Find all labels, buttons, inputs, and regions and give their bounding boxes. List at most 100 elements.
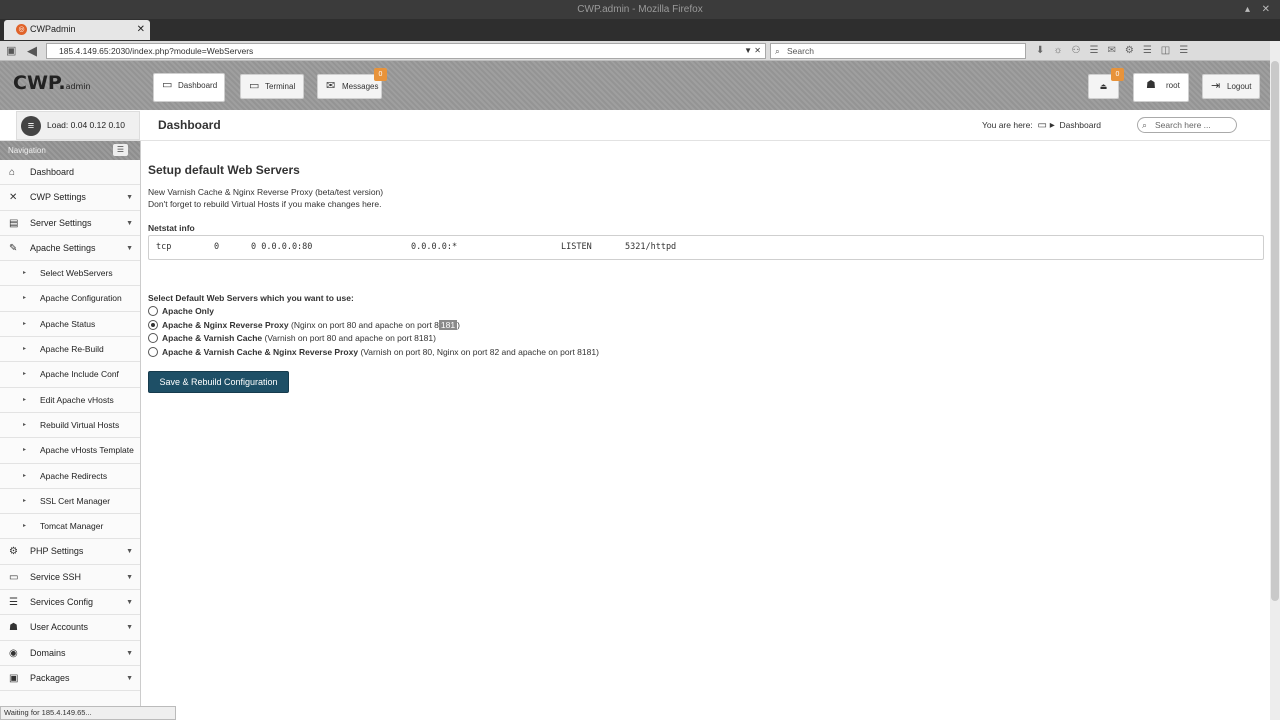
webserver-option[interactable]: Apache & Varnish Cache (Varnish on port … [148, 332, 436, 344]
webserver-option[interactable]: Apache & Nginx Reverse Proxy (Nginx on p… [148, 319, 460, 331]
sidebar-item-packages[interactable]: ▣ Packages ▼ [0, 666, 140, 692]
sidebar-item-label: Select WebServers [40, 268, 113, 279]
section-heading: Setup default Web Servers [148, 163, 300, 177]
sidebar-item-server-settings[interactable]: ▤ Server Settings ▼ [0, 211, 140, 236]
navigation-bar: ▣ ◀ 185.4.149.65:2030/index.php?module=W… [0, 41, 1280, 61]
caret-right-icon: ▸ [23, 270, 27, 277]
sidebar-item-label: Edit Apache vHosts [40, 394, 114, 405]
section-description: New Varnish Cache & Nginx Reverse Proxy … [148, 187, 384, 209]
browser-tab[interactable]: ◎ CWPadmin ✕ [4, 20, 150, 40]
option-name: Apache & Nginx Reverse Proxy [162, 320, 289, 330]
page-title: Dashboard [158, 118, 221, 132]
notifications-count-badge: 0 [1111, 68, 1124, 81]
sidebar-item-dashboard[interactable]: ⌂ Dashboard [0, 160, 140, 186]
vertical-scrollbar[interactable] [1270, 41, 1280, 720]
sidebar-item-label: PHP Settings [30, 546, 84, 557]
radio-button[interactable] [148, 333, 158, 343]
messages-count-badge: 0 [374, 68, 387, 81]
radio-button[interactable] [148, 347, 158, 357]
sidebar-item-edit-apache-vhosts[interactable]: ▸ Edit Apache vHosts [0, 387, 140, 413]
option-name: Apache & Varnish Cache [162, 333, 263, 343]
sidebar-item-apache-configuration[interactable]: ▸ Apache Configuration [0, 286, 140, 312]
sidebar-item-service-ssh[interactable]: ▭ Service SSH ▼ [0, 565, 140, 591]
breadcrumb-current[interactable]: Dashboard [1059, 120, 1101, 130]
cwp-logo[interactable]: CWP.admin [13, 72, 91, 94]
tab-dashboard[interactable]: ▭ Dashboard [153, 73, 225, 102]
identity-icon[interactable]: ▣ [6, 41, 16, 61]
browser-window: CWP.admin - Mozilla Firefox ▴ ✕ ◎ CWPadm… [0, 0, 1280, 720]
webserver-option[interactable]: Apache Only [148, 305, 214, 317]
sidebar-item-label: Dashboard [30, 167, 75, 177]
sidebar-toggle-icon[interactable]: ☰ [113, 144, 128, 156]
sidebar-item-label: Service SSH [30, 571, 82, 582]
browser-search-input[interactable]: ⌕ Search [770, 43, 1026, 59]
monitor-icon: ▭ [9, 571, 19, 583]
chevron-down-icon[interactable]: ▼ ✕ [744, 44, 761, 58]
chevron-down-icon: ▼ [126, 624, 133, 632]
logout-button[interactable]: ⇥ Logout [1202, 74, 1260, 99]
sidebar-item-apache-vhosts-template[interactable]: ▸ Apache vHosts Template [0, 438, 140, 464]
sidebar-item-label: Domains [30, 647, 66, 658]
sidebar-item-label: Packages [30, 672, 70, 683]
back-icon[interactable]: ◀ [27, 41, 37, 61]
option-detail: (Varnish on port 80 and apache on port 8… [264, 333, 436, 343]
gear-icon: ⚙ [9, 546, 18, 558]
save-rebuild-button[interactable]: Save & Rebuild Configuration [148, 371, 289, 393]
terminal-icon: ▭ [249, 80, 260, 92]
sidebar-item-label: Apache Settings [30, 242, 96, 253]
maximize-button[interactable]: ▴ [1245, 0, 1250, 19]
sidebar-item-label: SSL Cert Manager [40, 495, 111, 506]
sidebar-item-rebuild-virtual-hosts[interactable]: ▸ Rebuild Virtual Hosts [0, 412, 140, 439]
sidebar-item-cwp-settings[interactable]: ✕ CWP Settings ▼ [0, 185, 140, 211]
sidebar-item-apache-redirects[interactable]: ▸ Apache Redirects [0, 463, 140, 489]
tab-messages[interactable]: ✉ Messages [317, 74, 382, 99]
feather-icon: ✎ [9, 242, 18, 254]
search-input[interactable]: ⌕ Search here ... [1137, 117, 1237, 133]
sidebar-item-apache-re-build[interactable]: ▸ Apache Re-Build [0, 337, 140, 363]
chevron-down-icon: ▼ [126, 244, 133, 252]
circle-icon: ◎ [16, 24, 27, 35]
sidebar-item-label: Apache Configuration [40, 293, 122, 304]
server-load: ≡ Load: 0.04 0.12 0.10 [16, 111, 140, 140]
sub-header: ≡ Load: 0.04 0.12 0.10 Dashboard You are… [0, 110, 1270, 141]
option-detail-end: ) [457, 320, 460, 330]
close-window-button[interactable]: ✕ [1262, 0, 1270, 19]
scrollbar-thumb[interactable] [1271, 61, 1279, 601]
option-detail: (Varnish on port 80, Nginx on port 82 an… [360, 347, 599, 357]
sidebar-item-php-settings[interactable]: ⚙ PHP Settings ▼ [0, 539, 140, 565]
server-icon: ▤ [9, 217, 19, 229]
url-bar[interactable]: 185.4.149.65:2030/index.php?module=WebSe… [46, 43, 766, 59]
monitor-icon: ▭ [162, 79, 173, 91]
sidebar-item-apache-status[interactable]: ▸ Apache Status [0, 311, 140, 338]
toolbar-icons[interactable]: ⬇☼⚇☰✉⚙☰◫☰ [1036, 41, 1197, 61]
sidebar-item-label: Rebuild Virtual Hosts [40, 419, 120, 430]
window-titlebar: CWP.admin - Mozilla Firefox ▴ ✕ [0, 0, 1280, 19]
sidebar-item-label: Apache Status [40, 318, 96, 329]
logout-icon: ⇥ [1211, 80, 1221, 92]
monitor-icon: ▭ ▸ [1037, 120, 1055, 131]
sidebar-item-apache-settings[interactable]: ✎ Apache Settings ▼ [0, 236, 140, 262]
caret-right-icon: ▸ [23, 371, 27, 378]
user-menu-button[interactable]: ☗ root [1133, 73, 1189, 102]
close-tab-icon[interactable]: ✕ [137, 20, 145, 39]
search-icon: ⌕ [1142, 120, 1148, 130]
url-text: 185.4.149.65:2030/index.php?module=WebSe… [59, 46, 254, 56]
tab-terminal[interactable]: ▭ Terminal [240, 74, 304, 99]
caret-right-icon: ▸ [23, 396, 27, 403]
selected-text: 181 [438, 320, 458, 330]
sidebar-item-domains[interactable]: ◉ Domains ▼ [0, 641, 140, 666]
sidebar-item-user-accounts[interactable]: ☗ User Accounts ▼ [0, 615, 140, 641]
radio-button[interactable] [148, 320, 158, 330]
caret-right-icon: ▸ [23, 346, 27, 353]
sidebar-item-label: Tomcat Manager [40, 521, 104, 532]
radio-button[interactable] [148, 306, 158, 316]
sidebar-item-services-config[interactable]: ☰ Services Config ▼ [0, 590, 140, 616]
sidebar-item-select-webservers[interactable]: ▸ Select WebServers [0, 261, 140, 287]
caret-right-icon: ▸ [23, 497, 27, 504]
sidebar-item-apache-include-conf[interactable]: ▸ Apache Include Conf [0, 362, 140, 388]
sidebar-item-tomcat-manager[interactable]: ▸ Tomcat Manager [0, 514, 140, 540]
sidebar-item-ssl-cert-manager[interactable]: ▸ SSL Cert Manager [0, 488, 140, 515]
webserver-option[interactable]: Apache & Varnish Cache & Nginx Reverse P… [148, 346, 599, 358]
envelope-icon: ✉ [326, 80, 336, 92]
caret-right-icon: ▸ [23, 295, 27, 302]
